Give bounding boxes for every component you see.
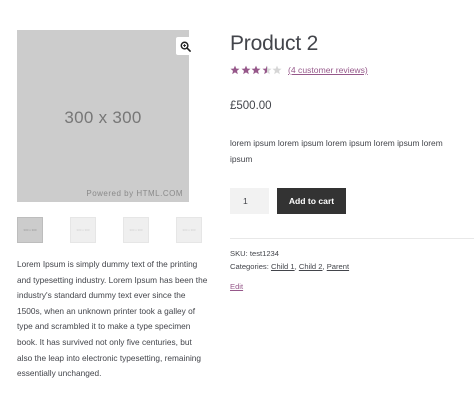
meta-divider [230,238,474,239]
magnifier-zoom-icon [180,41,191,52]
category-link[interactable]: Child 2 [299,262,323,271]
thumbnail-2[interactable]: 300 x 300 [70,217,96,243]
edit-link[interactable]: Edit [230,282,243,291]
product-short-description: lorem ipsum lorem ipsum lorem ipsum lore… [230,138,443,164]
product-description: Lorem Ipsum is simply dummy text of the … [17,259,208,379]
thumbnail-1[interactable]: 300 x 300 [17,217,43,243]
thumbnail-4[interactable]: 300 x 300 [176,217,202,243]
star-icon [241,65,250,75]
categories-row: Categories: Child 1, Child 2, Parent [230,262,350,271]
main-image-placeholder-text: 300 x 300 [64,108,142,127]
categories-label: Categories: [230,262,269,271]
star-icon [251,65,261,75]
product-main-image[interactable]: 300 x 300 Powered by HTML.COM [17,30,189,202]
customer-reviews-link[interactable]: (4 customer reviews) [288,65,368,75]
zoom-button[interactable] [176,37,194,55]
thumbnail-3[interactable]: 300 x 300 [123,217,149,243]
main-image-credit: Powered by HTML.COM [86,189,183,198]
product-title: Product 2 [230,32,319,55]
sku-row: SKU: test1234 [230,249,474,258]
thumbnail-label: 300 x 300 [76,228,90,232]
add-to-cart-button[interactable]: Add to cart [277,188,346,214]
star-icon [262,65,271,75]
category-link[interactable]: Child 1 [271,262,295,271]
thumbnail-label: 300 x 300 [23,228,37,232]
star-icon [230,65,240,75]
product-rating: (4 customer reviews) [230,65,368,75]
thumbnail-label: 300 x 300 [182,228,196,232]
product-price: £500.00 [230,100,272,112]
thumbnail-label: 300 x 300 [129,228,143,232]
sku-value: test1234 [249,249,279,258]
star-icon [272,65,282,75]
category-link[interactable]: Parent [327,262,349,271]
quantity-input[interactable] [230,188,269,214]
star-rating [230,65,282,75]
sku-label: SKU: [230,249,248,258]
